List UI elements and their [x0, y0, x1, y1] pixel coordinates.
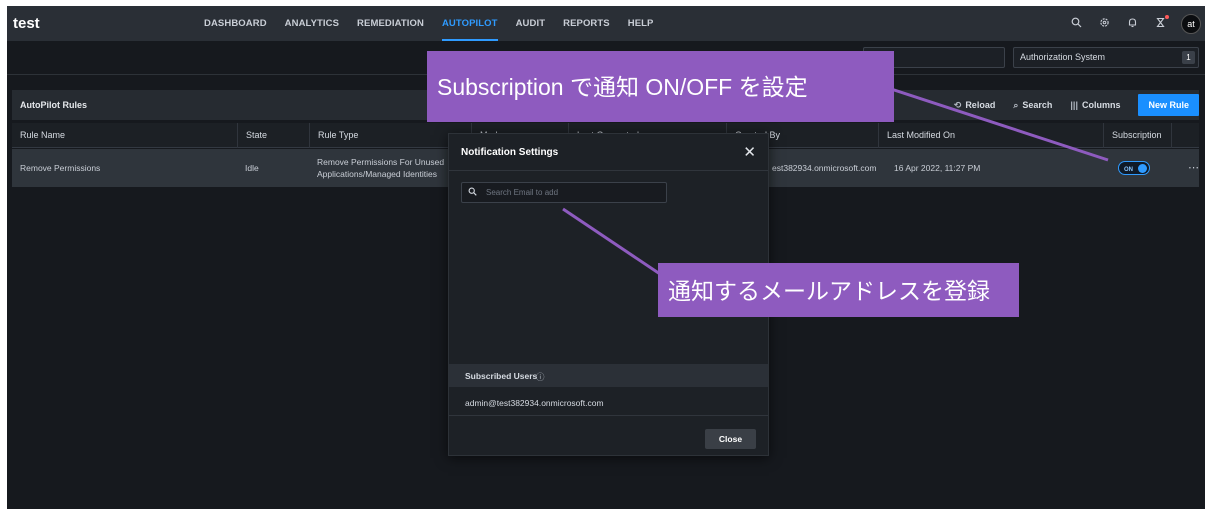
modal-title: Notification Settings: [461, 147, 559, 158]
more-options-icon[interactable]: ⋯: [1188, 162, 1199, 174]
notification-dot: [1165, 14, 1169, 19]
subscribed-users-header: Subscribed Users ⓘ: [449, 364, 768, 387]
close-icon[interactable]: ✕: [743, 143, 756, 161]
top-nav: test DASHBOARD ANALYTICS REMEDIATION AUT…: [7, 6, 1205, 41]
bell-icon[interactable]: [1125, 17, 1139, 31]
cell-subscription: ON: [1110, 149, 1170, 187]
gear-icon[interactable]: [1097, 17, 1111, 31]
col-state[interactable]: State: [237, 123, 309, 148]
new-rule-button[interactable]: New Rule: [1138, 94, 1199, 116]
col-subscription[interactable]: Subscription: [1103, 123, 1171, 148]
avatar[interactable]: at: [1181, 13, 1201, 34]
nav-reports[interactable]: REPORTS: [554, 6, 619, 41]
info-icon[interactable]: ⓘ: [536, 371, 545, 383]
columns-icon: |||: [1070, 100, 1078, 110]
nav-icons: at: [1069, 6, 1205, 41]
nav-analytics[interactable]: ANALYTICS: [276, 6, 348, 41]
search-button[interactable]: ⌕ Search: [1013, 100, 1052, 111]
col-rule-name[interactable]: Rule Name: [12, 123, 237, 148]
reload-icon: ⟲: [953, 99, 962, 110]
search-icon[interactable]: [1069, 17, 1083, 31]
cell-last-modified-on: 16 Apr 2022, 11:27 PM: [894, 163, 981, 173]
cell-rule-name: Remove Permissions: [20, 163, 101, 173]
email-search-field[interactable]: [461, 182, 667, 203]
rule-type-line2: Applications/Managed Identities: [317, 169, 438, 179]
search-icon: [468, 187, 477, 198]
close-button[interactable]: Close: [705, 429, 756, 449]
subscribed-users-label: Subscribed Users: [465, 371, 538, 381]
rule-type-line1: Remove Permissions For Unused: [317, 157, 445, 167]
toggle-knob: [1138, 163, 1147, 173]
columns-button[interactable]: ||| Columns: [1070, 100, 1120, 110]
col-rule-type[interactable]: Rule Type: [309, 123, 471, 148]
authorization-system-count-badge: 1: [1182, 51, 1195, 64]
subscription-toggle[interactable]: ON: [1118, 161, 1150, 175]
col-actions: [1171, 123, 1199, 148]
panel-title: AutoPilot Rules: [20, 100, 87, 110]
email-search-input[interactable]: [486, 185, 661, 200]
panel-toolbar: ⟲ Reload ⌕ Search ||| Columns New Rule: [954, 94, 1199, 116]
nav-remediation[interactable]: REMEDIATION: [348, 6, 433, 41]
reload-button[interactable]: ⟲ Reload: [954, 100, 996, 111]
nav-help[interactable]: HELP: [619, 6, 663, 41]
nav-audit[interactable]: AUDIT: [507, 6, 555, 41]
search-icon: ⌕: [1013, 99, 1019, 110]
authorization-system-select[interactable]: Authorization System 1: [1013, 47, 1199, 68]
modal-divider: [449, 415, 768, 416]
reload-label: Reload: [965, 99, 996, 110]
columns-label: Columns: [1081, 100, 1121, 110]
cell-created-by: est382934.onmicrosoft.com: [772, 163, 877, 173]
modal-header: Notification Settings ✕: [449, 134, 768, 171]
brand-logo[interactable]: test: [13, 15, 40, 32]
col-last-modified-on[interactable]: Last Modified On: [878, 123, 1103, 148]
annotation-callout-email: 通知するメールアドレスを登録: [658, 263, 1019, 317]
cell-state: Idle: [245, 163, 259, 173]
authorization-system-label: Authorization System: [1020, 52, 1106, 62]
cell-actions: ⋯: [1180, 149, 1200, 187]
nav-dashboard[interactable]: DASHBOARD: [195, 6, 276, 41]
nav-links: DASHBOARD ANALYTICS REMEDIATION AUTOPILO…: [195, 6, 662, 41]
annotation-callout-subscription: Subscription で通知 ON/OFF を設定: [427, 51, 894, 122]
subscribed-user-email: admin@test382934.onmicrosoft.com: [465, 398, 604, 408]
hourglass-icon[interactable]: [1153, 14, 1169, 31]
toggle-label: ON: [1124, 167, 1133, 173]
cell-rule-type: Remove Permissions For Unused Applicatio…: [309, 149, 471, 187]
nav-autopilot[interactable]: AUTOPILOT: [433, 6, 507, 41]
search-label: Search: [1022, 99, 1053, 110]
